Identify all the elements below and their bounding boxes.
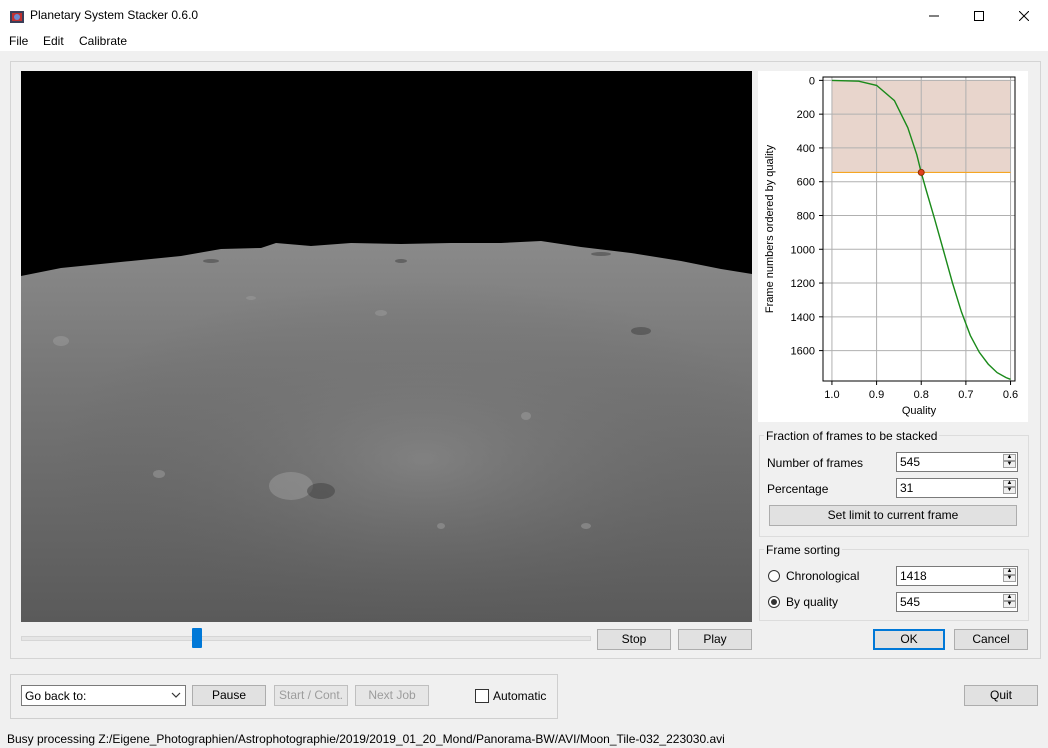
x-tick-label: 0.7 xyxy=(958,389,973,401)
x-tick-label: 0.9 xyxy=(869,389,884,401)
go-back-value: Go back to: xyxy=(25,689,87,703)
sorting-group-title: Frame sorting xyxy=(764,543,843,557)
ok-button[interactable]: OK xyxy=(873,629,945,650)
y-tick-label: 1400 xyxy=(791,312,815,324)
spin-up-icon[interactable]: ▲ xyxy=(1003,568,1016,575)
close-icon xyxy=(1019,10,1029,21)
status-bar: Busy processing Z:/Eigene_Photographien/… xyxy=(0,728,1048,748)
automatic-label: Automatic xyxy=(493,689,547,703)
close-button[interactable] xyxy=(1001,0,1047,31)
number-of-frames-spinbox[interactable]: 545 ▲ ▼ xyxy=(896,452,1018,472)
title-bar: Planetary System Stacker 0.6.0 xyxy=(0,0,1048,31)
quality-chart-svg: 1.0 0.9 0.8 0.7 0.6 0 200 400 600 800 1000 1200 1400… xyxy=(764,75,1018,417)
y-tick-label: 0 xyxy=(809,75,815,87)
number-of-frames-label: Number of frames xyxy=(767,456,864,470)
window-title: Planetary System Stacker 0.6.0 xyxy=(30,8,199,22)
menu-edit[interactable]: Edit xyxy=(43,34,64,48)
play-button[interactable]: Play xyxy=(678,629,752,650)
start-continue-button[interactable]: Start / Cont. xyxy=(274,685,348,706)
cancel-button[interactable]: Cancel xyxy=(954,629,1028,650)
by-quality-radio[interactable] xyxy=(768,596,780,608)
set-limit-button[interactable]: Set limit to current frame xyxy=(769,505,1017,526)
chart-x-label: Quality xyxy=(902,405,937,417)
chronological-label: Chronological xyxy=(786,569,860,583)
y-tick-label: 600 xyxy=(797,177,815,189)
y-tick-label: 400 xyxy=(797,143,815,155)
y-tick-label: 1200 xyxy=(791,278,815,290)
frame-slider-handle[interactable] xyxy=(192,628,203,648)
automatic-checkbox[interactable] xyxy=(475,689,489,703)
quality-chart: 1.0 0.9 0.8 0.7 0.6 0 200 400 600 800 1000 1200 1400… xyxy=(758,71,1028,422)
status-text: Busy processing Z:/Eigene_Photographien/… xyxy=(7,732,725,746)
spin-down-icon[interactable]: ▼ xyxy=(1003,575,1016,582)
minimize-icon xyxy=(929,15,939,16)
spin-down-icon[interactable]: ▼ xyxy=(1003,601,1016,608)
by-quality-spinbox[interactable]: 545 ▲ ▼ xyxy=(896,592,1018,612)
y-tick-label: 200 xyxy=(797,109,815,121)
by-quality-label: By quality xyxy=(786,595,839,609)
maximize-icon xyxy=(974,10,984,21)
pause-button[interactable]: Pause xyxy=(192,685,266,706)
spin-down-icon[interactable]: ▼ xyxy=(1003,461,1016,468)
y-tick-label: 800 xyxy=(797,210,815,222)
menu-calibrate[interactable]: Calibrate xyxy=(79,34,127,48)
chronological-value: 1418 xyxy=(900,569,927,583)
spin-up-icon[interactable]: ▲ xyxy=(1003,594,1016,601)
next-job-button[interactable]: Next Job xyxy=(355,685,429,706)
percentage-value: 31 xyxy=(900,481,914,495)
by-quality-value: 545 xyxy=(900,595,921,609)
y-tick-label: 1600 xyxy=(791,346,815,358)
spin-down-icon[interactable]: ▼ xyxy=(1003,487,1016,494)
percentage-label: Percentage xyxy=(767,482,829,496)
x-tick-label: 0.6 xyxy=(1003,389,1018,401)
chronological-radio[interactable] xyxy=(768,570,780,582)
x-tick-label: 1.0 xyxy=(824,389,839,401)
chart-y-label: Frame numbers ordered by quality xyxy=(764,144,776,313)
chronological-spinbox[interactable]: 1418 ▲ ▼ xyxy=(896,566,1018,586)
frame-slider-track[interactable] xyxy=(21,636,591,641)
spin-up-icon[interactable]: ▲ xyxy=(1003,454,1016,461)
fraction-group-title: Fraction of frames to be stacked xyxy=(764,429,940,443)
app-icon xyxy=(10,11,24,23)
menu-file[interactable]: File xyxy=(9,34,28,48)
maximize-button[interactable] xyxy=(956,0,1002,31)
minimize-button[interactable] xyxy=(911,0,957,31)
menu-bar: File Edit Calibrate xyxy=(0,31,1048,51)
selection-marker xyxy=(917,168,925,176)
go-back-dropdown[interactable]: Go back to: xyxy=(21,685,186,706)
y-tick-label: 1000 xyxy=(791,244,815,256)
chevron-down-icon xyxy=(171,692,181,698)
x-tick-label: 0.8 xyxy=(914,389,929,401)
stop-button[interactable]: Stop xyxy=(597,629,671,650)
quit-button[interactable]: Quit xyxy=(964,685,1038,706)
frame-viewer[interactable] xyxy=(21,71,752,622)
spin-up-icon[interactable]: ▲ xyxy=(1003,480,1016,487)
moon-frame-image xyxy=(21,71,752,622)
percentage-spinbox[interactable]: 31 ▲ ▼ xyxy=(896,478,1018,498)
number-of-frames-value: 545 xyxy=(900,455,921,469)
